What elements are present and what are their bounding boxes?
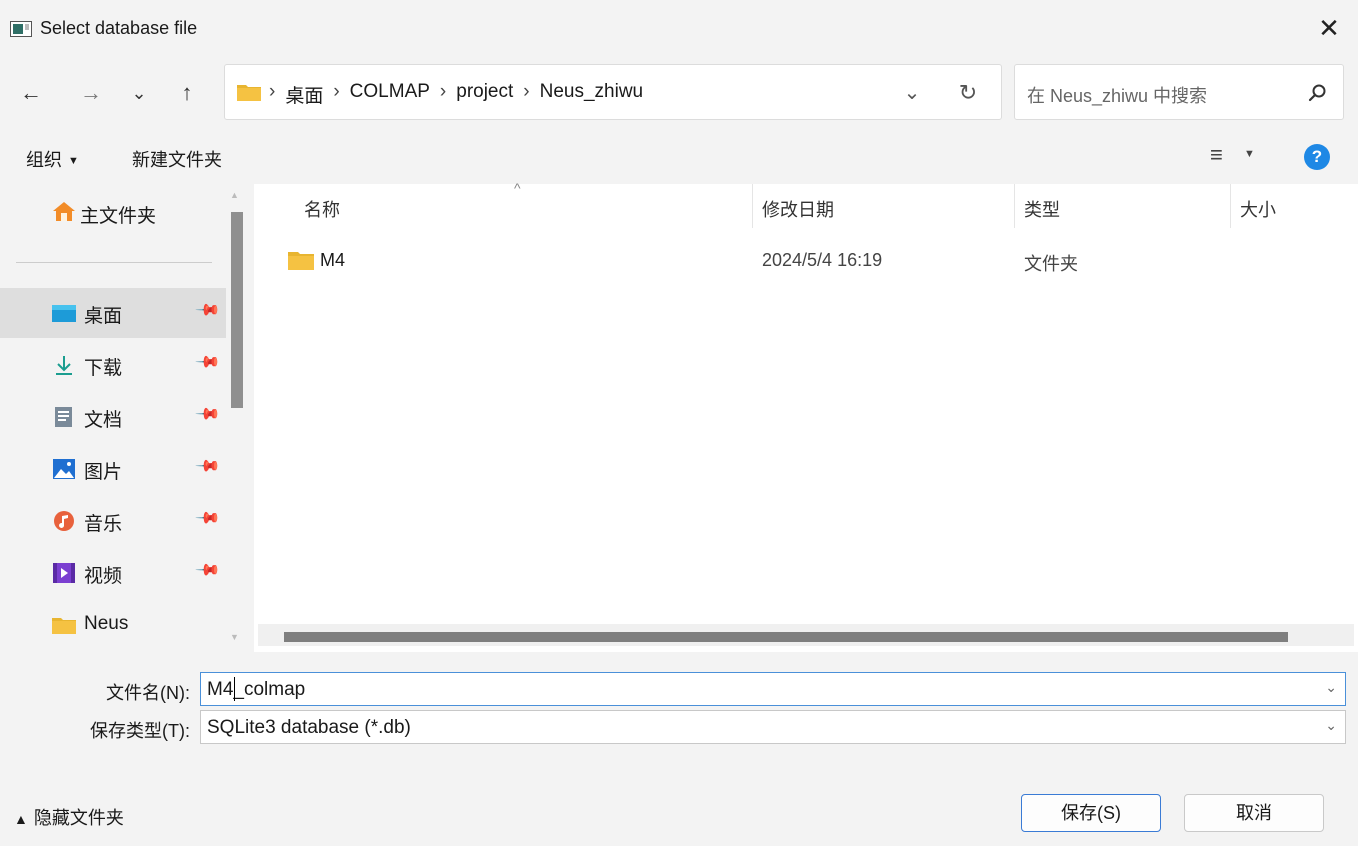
sidebar-divider — [16, 262, 212, 263]
pin-icon[interactable]: 📌 — [194, 556, 222, 584]
sidebar-item-label: 图片 — [84, 462, 123, 483]
help-icon[interactable]: ? — [1304, 144, 1330, 170]
search-placeholder: 在 Neus_zhiwu 中搜索 — [1027, 86, 1208, 106]
file-row[interactable]: M4 2024/5/4 16:19 文件夹 — [274, 240, 1334, 284]
title-bar: Select database file ✕ — [0, 0, 1358, 54]
scroll-up-icon[interactable]: ▲ — [230, 190, 239, 200]
document-icon — [55, 407, 72, 427]
folder-icon — [237, 85, 261, 101]
sidebar-item-label: 视频 — [84, 566, 123, 587]
navigation-bar: ← → ⌄ ↑ › 桌面 › COLMAP › project › Neus_z… — [0, 54, 1358, 130]
pin-icon[interactable]: 📌 — [194, 296, 222, 324]
file-type: 文件夹 — [1024, 254, 1078, 274]
hide-folders-toggle[interactable]: ▲ 隐藏文件夹 — [14, 804, 124, 830]
column-header-modified[interactable]: 修改日期 — [762, 196, 834, 222]
sidebar-item-music[interactable]: 音乐 📌 — [0, 496, 226, 546]
column-header-name[interactable]: 名称 — [304, 196, 340, 222]
desktop-icon — [52, 305, 76, 322]
chevron-down-icon[interactable]: ⌄ — [1325, 717, 1337, 734]
file-list: 名称 ^ 修改日期 类型 大小 M4 2024/5/4 16:19 文件夹 — [254, 180, 1358, 652]
recent-locations-chevron-icon[interactable]: ⌄ — [124, 76, 154, 110]
close-button[interactable]: ✕ — [1312, 10, 1346, 46]
horizontal-scrollbar-thumb[interactable] — [284, 632, 1288, 642]
back-arrow-icon[interactable]: ← — [16, 76, 46, 110]
breadcrumb: › 桌面 › COLMAP › project › Neus_zhiwu — [269, 81, 643, 108]
sidebar-item-label: Neus — [84, 613, 129, 634]
video-icon — [53, 563, 75, 583]
save-form: 文件名(N): M4_colmap ⌄ 保存类型(T): SQLite3 dat… — [0, 652, 1358, 846]
column-divider[interactable] — [1014, 184, 1015, 228]
filename-value: M4_colmap — [207, 679, 306, 700]
search-input[interactable]: 在 Neus_zhiwu 中搜索 — [1014, 64, 1344, 120]
filetype-select[interactable]: SQLite3 database (*.db) ⌄ — [200, 710, 1346, 744]
filetype-value: SQLite3 database (*.db) — [207, 717, 411, 738]
column-divider[interactable] — [1230, 184, 1231, 228]
organize-label: 组织 — [26, 150, 62, 170]
window-title: Select database file — [40, 18, 198, 38]
search-icon[interactable] — [1305, 81, 1329, 105]
breadcrumb-separator[interactable]: › — [523, 81, 529, 108]
cancel-button[interactable]: 取消 — [1184, 794, 1324, 832]
sidebar-item-home[interactable]: 主文件夹 — [0, 188, 226, 238]
view-options-icon[interactable]: ≡ — [1210, 144, 1232, 166]
hide-folders-label: 隐藏文件夹 — [33, 808, 124, 828]
sidebar-item-desktop[interactable]: 桌面 📌 — [0, 288, 226, 338]
file-modified: 2024/5/4 16:19 — [762, 250, 883, 270]
breadcrumb-separator[interactable]: › — [440, 81, 446, 108]
folder-icon — [52, 618, 76, 634]
sidebar-scrollbar-thumb[interactable] — [231, 212, 243, 408]
text-cursor — [234, 677, 235, 701]
pin-icon[interactable]: 📌 — [194, 452, 222, 480]
picture-icon — [53, 459, 75, 479]
breadcrumb-separator: › — [269, 81, 276, 102]
command-toolbar: 组织 ▼ 新建文件夹 ≡ ▼ ? — [0, 130, 1358, 184]
home-icon — [53, 202, 75, 221]
address-dropdown-icon[interactable]: ⌄ — [897, 79, 927, 107]
scroll-down-icon[interactable]: ▼ — [230, 632, 239, 642]
chevron-down-icon[interactable]: ⌄ — [1325, 679, 1337, 696]
caret-down-icon[interactable]: ▼ — [1244, 148, 1255, 160]
up-arrow-icon[interactable]: ↑ — [172, 76, 202, 110]
forward-arrow-icon[interactable]: → — [76, 76, 106, 110]
sidebar-item-label: 桌面 — [84, 306, 123, 327]
pin-icon[interactable]: 📌 — [194, 400, 222, 428]
download-icon — [56, 356, 72, 375]
new-folder-button[interactable]: 新建文件夹 — [132, 146, 222, 172]
breadcrumb-item-desktop[interactable]: 桌面 — [285, 81, 323, 108]
caret-down-icon: ▼ — [68, 155, 79, 168]
sidebar-item-documents[interactable]: 文档 📌 — [0, 392, 226, 442]
music-icon — [54, 511, 74, 531]
sidebar-item-label: 主文件夹 — [80, 206, 157, 227]
column-header-size[interactable]: 大小 — [1240, 196, 1276, 222]
sidebar-item-label: 音乐 — [84, 514, 123, 535]
sidebar-item-downloads[interactable]: 下载 📌 — [0, 340, 226, 390]
breadcrumb-item-colmap[interactable]: COLMAP — [350, 81, 430, 108]
breadcrumb-item-neus-zhiwu[interactable]: Neus_zhiwu — [540, 81, 644, 108]
breadcrumb-item-project[interactable]: project — [456, 81, 513, 108]
sidebar-item-label: 下载 — [84, 358, 123, 379]
navigation-pane: 主文件夹 桌面 📌 下载 📌 文档 📌 图片 📌 音乐 📌 视频 📌 Neus … — [0, 184, 254, 652]
filetype-label: 保存类型(T): — [90, 721, 190, 741]
sidebar-item-neus[interactable]: Neus — [0, 600, 226, 650]
sort-ascending-icon: ^ — [514, 180, 521, 196]
column-divider[interactable] — [752, 184, 753, 228]
save-button[interactable]: 保存(S) — [1021, 794, 1161, 832]
address-bar[interactable]: › 桌面 › COLMAP › project › Neus_zhiwu ⌄ ↻ — [224, 64, 1002, 120]
sidebar-item-label: 文档 — [84, 410, 123, 431]
file-name: M4 — [320, 250, 346, 270]
app-icon — [10, 21, 32, 37]
chevron-up-icon: ▲ — [14, 811, 28, 827]
filename-label: 文件名(N): — [106, 683, 190, 703]
refresh-icon[interactable]: ↻ — [953, 79, 983, 107]
column-header-type[interactable]: 类型 — [1024, 196, 1060, 222]
breadcrumb-separator[interactable]: › — [333, 81, 339, 108]
sidebar-item-videos[interactable]: 视频 📌 — [0, 548, 226, 598]
folder-icon — [288, 252, 314, 270]
pin-icon[interactable]: 📌 — [194, 504, 222, 532]
pin-icon[interactable]: 📌 — [194, 348, 222, 376]
sidebar-item-pictures[interactable]: 图片 📌 — [0, 444, 226, 494]
filename-field[interactable]: M4_colmap ⌄ — [200, 672, 1346, 706]
organize-menu[interactable]: 组织 ▼ — [26, 146, 79, 172]
